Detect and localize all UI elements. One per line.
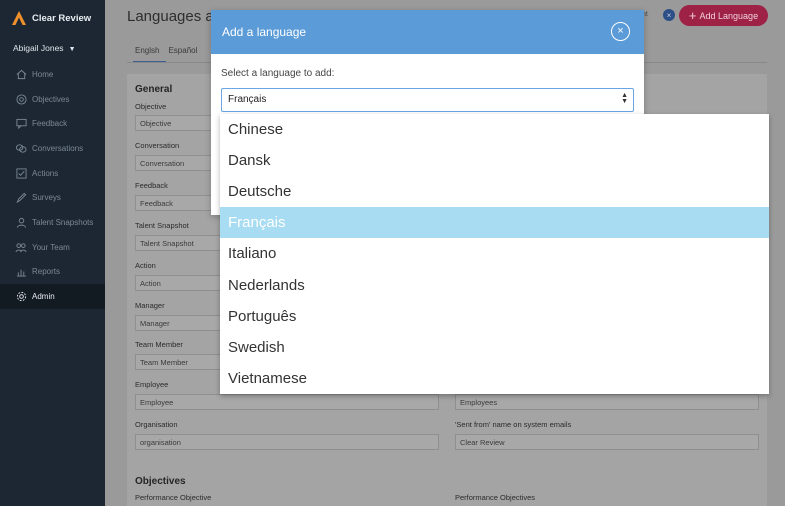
add-language-label: Add Language — [699, 10, 759, 21]
sidebar-item-actions[interactable]: Actions — [0, 161, 105, 186]
sent-from-name-field[interactable]: Clear Review — [455, 434, 759, 450]
field-label: Objective — [135, 102, 167, 111]
add-language-button[interactable]: + Add Language — [679, 5, 768, 26]
home-icon — [15, 68, 27, 80]
talent-icon — [15, 216, 27, 228]
field-label: Action — [135, 261, 156, 270]
tab-espanol[interactable]: Español — [166, 44, 204, 63]
sidebar-item-label: Conversations — [32, 143, 84, 153]
sidebar-item-talent-snapshots[interactable]: Talent Snapshots — [0, 210, 105, 235]
field-label: Employee — [135, 380, 169, 389]
clear-review-logo-icon — [12, 11, 26, 25]
field-label: Talent Snapshot — [135, 221, 189, 230]
plus-icon: + — [688, 8, 697, 23]
employees-field[interactable]: Employees — [455, 394, 759, 410]
language-dropdown-list: Chinese Dansk Deutsche Français Italiano… — [220, 114, 769, 394]
organisation-field[interactable]: organisation — [135, 434, 439, 450]
field-label: Team Member — [135, 340, 183, 349]
sidebar-item-label: Surveys — [32, 193, 61, 203]
language-option-dansk[interactable]: Dansk — [220, 145, 769, 176]
sidebar-item-label: Admin — [32, 292, 55, 302]
field-label: Performance Objectives — [455, 493, 536, 502]
language-option-nederlands[interactable]: Nederlands — [220, 269, 769, 300]
sidebar-item-label: Actions — [32, 168, 59, 178]
field-label: Manager — [135, 301, 165, 310]
brand[interactable]: Clear Review — [12, 11, 91, 25]
actions-icon — [15, 167, 27, 179]
sidebar: Clear Review Abigail Jones ▼ Home Objecti… — [0, 0, 105, 506]
user-menu[interactable]: Abigail Jones ▼ — [13, 43, 76, 53]
sidebar-item-label: Objectives — [32, 94, 70, 104]
gear-icon — [15, 291, 27, 303]
caret-down-icon: ▼ — [68, 46, 76, 53]
sidebar-item-label: Reports — [32, 267, 61, 277]
close-icon[interactable]: × — [663, 9, 675, 21]
language-option-francais[interactable]: Français — [220, 207, 769, 239]
team-icon — [15, 241, 27, 253]
brand-name: Clear Review — [32, 12, 92, 24]
modal-title: Add a language — [222, 25, 307, 39]
sidebar-item-objectives[interactable]: Objectives — [0, 87, 105, 112]
field-label: Feedback — [135, 181, 168, 190]
objectives-section-title: Objectives — [135, 476, 186, 487]
conversations-icon — [15, 142, 27, 154]
language-tabs: Englsh Español — [133, 44, 204, 63]
sidebar-item-your-team[interactable]: Your Team — [0, 235, 105, 260]
language-select-value: Français — [228, 94, 267, 105]
sidebar-item-label: Talent Snapshots — [32, 217, 94, 227]
modal-header: Add a language × — [211, 10, 644, 54]
sidebar-item-label: Feedback — [32, 119, 68, 129]
language-option-chinese[interactable]: Chinese — [220, 114, 769, 145]
reports-icon — [15, 266, 27, 278]
sidebar-item-surveys[interactable]: Surveys — [0, 185, 105, 210]
language-option-vietnamese[interactable]: Vietnamese — [220, 363, 769, 394]
employee-field[interactable]: Employee — [135, 394, 439, 410]
select-arrows-icon: ▲ ▼ — [621, 92, 628, 105]
field-label: Organisation — [135, 420, 178, 429]
field-label: Performance Objective — [135, 493, 212, 502]
sidebar-item-label: Your Team — [32, 242, 70, 252]
field-label: 'Sent from' name on system emails — [455, 420, 572, 429]
sidebar-item-admin[interactable]: Admin — [0, 284, 105, 309]
select-language-label: Select a language to add: — [221, 68, 335, 79]
language-select[interactable]: Français ▲ ▼ — [221, 88, 634, 112]
language-option-portugues[interactable]: Português — [220, 301, 769, 332]
feedback-icon — [15, 118, 27, 130]
sidebar-item-home[interactable]: Home — [0, 62, 105, 87]
sidebar-item-reports[interactable]: Reports — [0, 260, 105, 285]
surveys-icon — [15, 192, 27, 204]
sidebar-nav: Home Objectives Feedback Conversations A… — [0, 62, 105, 309]
sidebar-item-conversations[interactable]: Conversations — [0, 136, 105, 161]
field-label: Conversation — [135, 141, 180, 150]
close-icon[interactable]: × — [611, 22, 630, 41]
sidebar-item-feedback[interactable]: Feedback — [0, 111, 105, 136]
user-name: Abigail Jones — [13, 43, 64, 53]
language-option-italiano[interactable]: Italiano — [220, 238, 769, 269]
general-section-title: General — [135, 84, 173, 95]
language-option-swedish[interactable]: Swedish — [220, 332, 769, 363]
language-option-deutsche[interactable]: Deutsche — [220, 176, 769, 207]
tab-english[interactable]: Englsh — [133, 44, 167, 63]
target-icon — [15, 93, 27, 105]
sidebar-item-label: Home — [32, 69, 54, 79]
